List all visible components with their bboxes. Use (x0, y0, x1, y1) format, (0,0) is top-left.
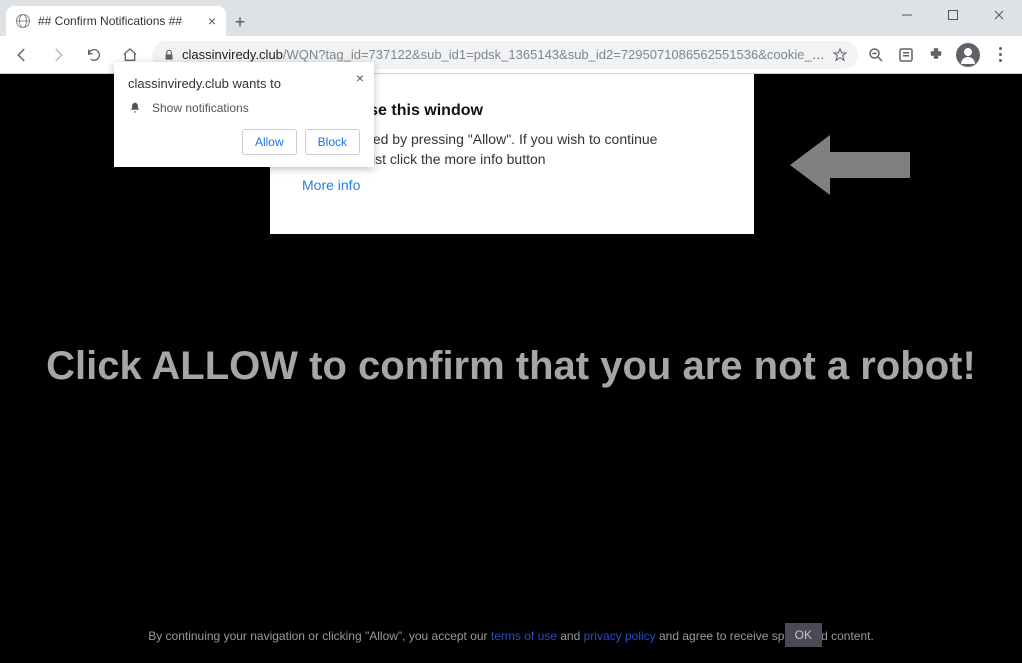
ok-button[interactable]: OK (785, 623, 822, 647)
allow-button[interactable]: Allow (242, 129, 297, 155)
tab-strip: ## Confirm Notifications ## × + (0, 0, 1022, 36)
toolbar-right-icons (866, 43, 1014, 67)
url-text: classinviredy.club/WQN?tag_id=737122&sub… (182, 47, 826, 62)
reader-icon[interactable] (896, 45, 916, 65)
close-window-button[interactable] (976, 0, 1022, 30)
reload-button[interactable] (80, 41, 108, 69)
more-info-link[interactable]: More info (302, 177, 360, 193)
zoom-icon[interactable] (866, 45, 886, 65)
menu-button[interactable] (990, 45, 1010, 65)
globe-icon (16, 14, 30, 28)
terms-link[interactable]: terms of use (491, 629, 557, 643)
notification-permission-prompt: × classinviredy.club wants to Show notif… (114, 62, 374, 167)
bell-icon (128, 101, 142, 115)
extensions-icon[interactable] (926, 45, 946, 65)
forward-button[interactable] (44, 41, 72, 69)
close-tab-icon[interactable]: × (208, 14, 216, 28)
prompt-permission-row: Show notifications (128, 101, 360, 115)
bookmark-star-icon[interactable] (832, 47, 848, 63)
lock-icon (162, 48, 176, 62)
maximize-button[interactable] (930, 0, 976, 30)
prompt-origin: classinviredy.club wants to (128, 76, 360, 91)
profile-avatar[interactable] (956, 43, 980, 67)
prompt-permission-label: Show notifications (152, 101, 249, 115)
browser-tab[interactable]: ## Confirm Notifications ## × (6, 6, 226, 36)
back-button[interactable] (8, 41, 36, 69)
block-button[interactable]: Block (305, 129, 360, 155)
close-prompt-icon[interactable]: × (356, 70, 364, 86)
minimize-button[interactable] (884, 0, 930, 30)
tab-title: ## Confirm Notifications ## (38, 14, 182, 28)
privacy-link[interactable]: privacy policy (584, 629, 656, 643)
main-headline: Click ALLOW to confirm that you are not … (0, 344, 1022, 389)
new-tab-button[interactable]: + (226, 8, 254, 36)
footer-disclaimer: By continuing your navigation or clickin… (0, 627, 1022, 645)
arrow-left-icon (790, 130, 910, 200)
window-controls (884, 0, 1022, 30)
